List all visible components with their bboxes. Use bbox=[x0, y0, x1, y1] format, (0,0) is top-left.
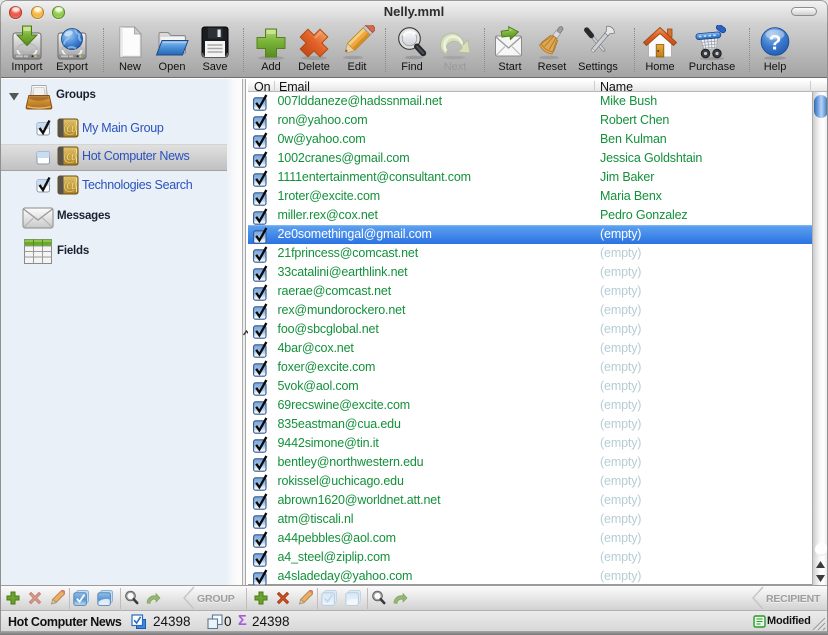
svg-text:?: ? bbox=[769, 32, 782, 55]
svg-text:@: @ bbox=[63, 178, 78, 194]
svg-text:@: @ bbox=[63, 121, 78, 137]
svg-text:@: @ bbox=[63, 149, 78, 165]
